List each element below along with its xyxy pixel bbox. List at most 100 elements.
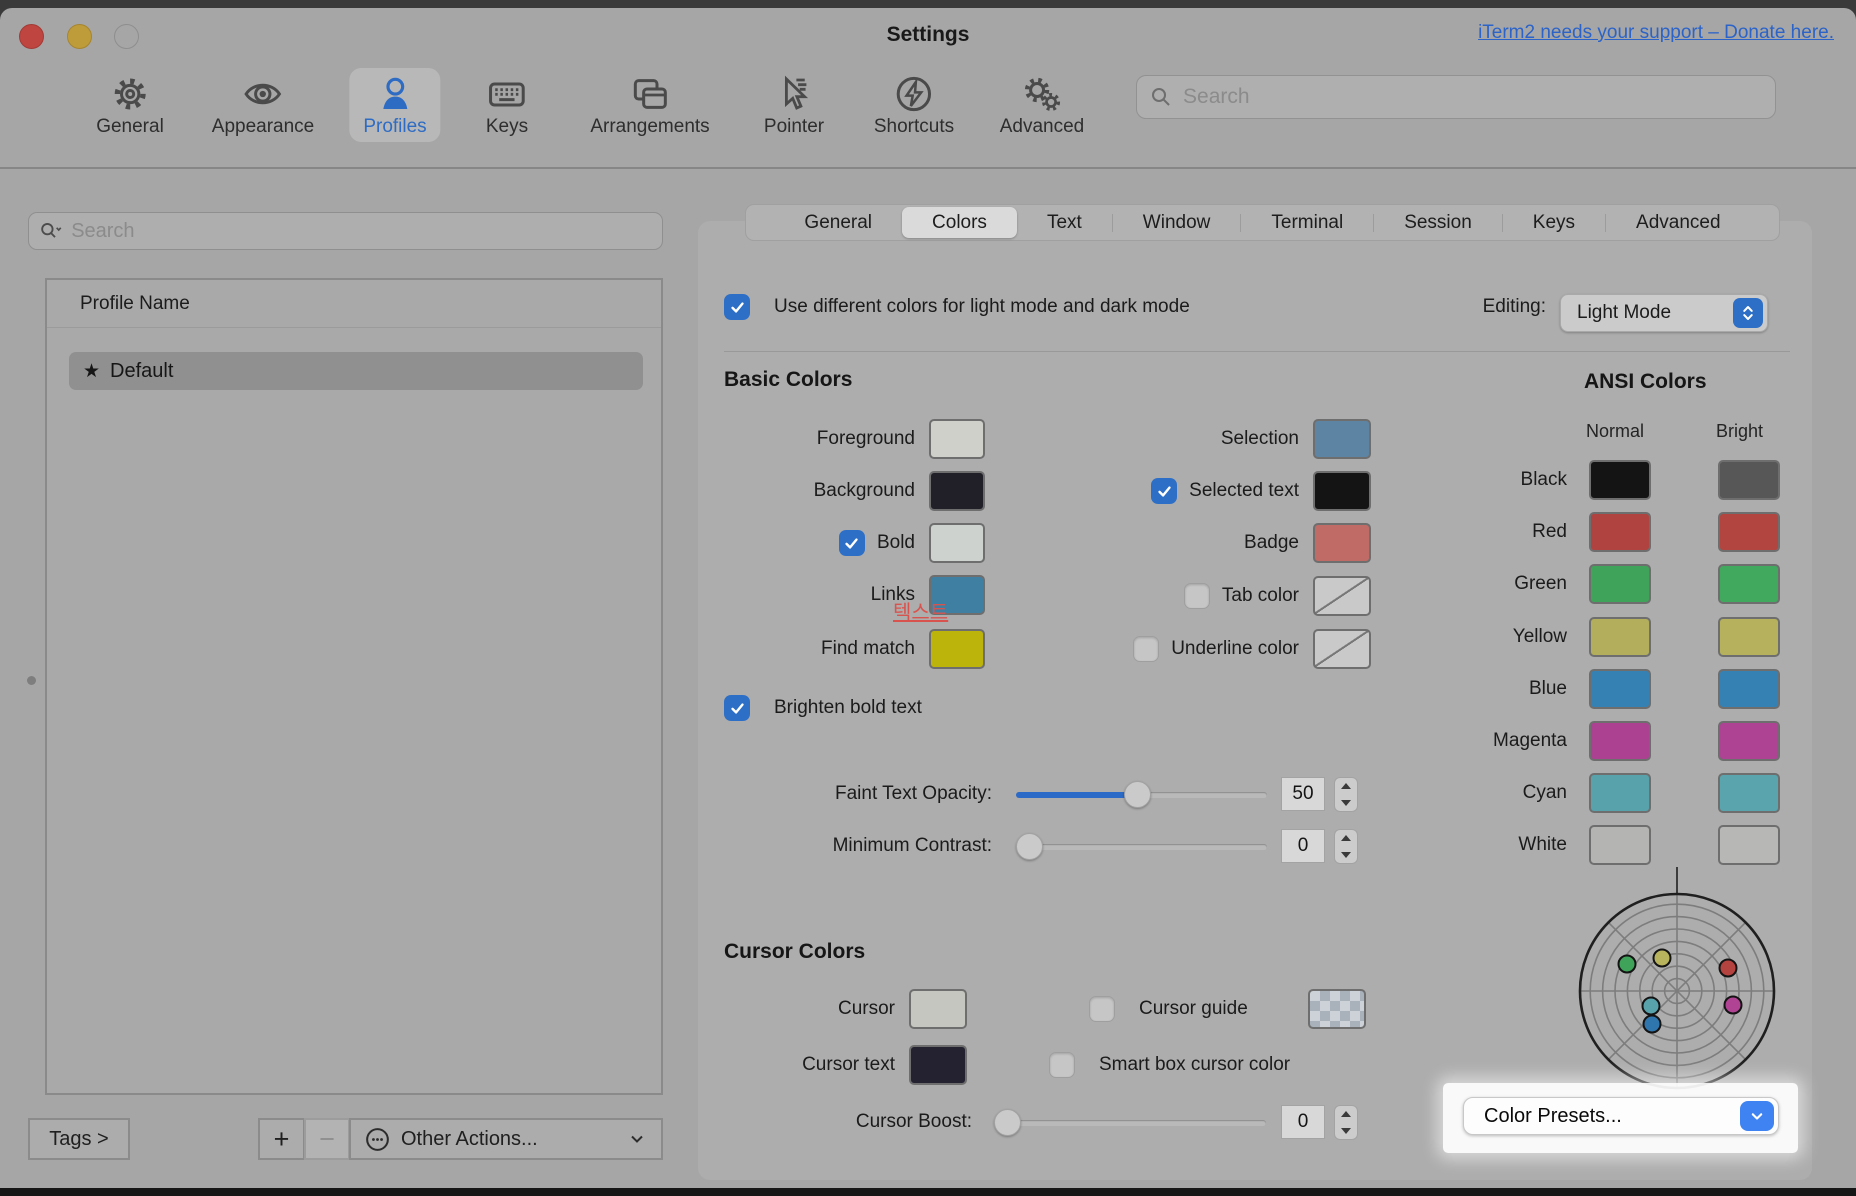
- cursor-boost-knob[interactable]: [994, 1109, 1021, 1136]
- toolbar-item-appearance[interactable]: Appearance: [198, 68, 328, 142]
- smart-box-cursor-checkbox[interactable]: [1049, 1052, 1075, 1078]
- toolbar-item-label: Pointer: [764, 116, 824, 138]
- ansi-red-normal-swatch[interactable]: [1589, 512, 1651, 552]
- toolbar-item-general[interactable]: General: [82, 68, 178, 142]
- ansi-white-normal-swatch[interactable]: [1589, 825, 1651, 865]
- ansi-label: Blue: [1400, 678, 1567, 700]
- bold-checkbox[interactable]: [839, 530, 865, 556]
- ansi-magenta-normal-swatch[interactable]: [1589, 721, 1651, 761]
- ansi-white-bright-swatch[interactable]: [1718, 825, 1780, 865]
- tab-color-checkbox[interactable]: [1184, 583, 1210, 609]
- tab-colors[interactable]: Colors: [902, 207, 1017, 238]
- chevron-down-icon: [627, 1129, 647, 1149]
- min-contrast-slider[interactable]: [1016, 844, 1267, 850]
- selection-label: Selection: [1221, 428, 1299, 450]
- screen: Settings iTerm2 needs your support – Don…: [0, 0, 1856, 1196]
- ansi-green-bright-swatch[interactable]: [1718, 564, 1780, 604]
- background-swatch[interactable]: [929, 471, 985, 511]
- ansi-cyan-bright-swatch[interactable]: [1718, 773, 1780, 813]
- profile-row-default[interactable]: ★ Default: [69, 352, 643, 390]
- step-down[interactable]: [1335, 847, 1357, 864]
- selected-text-checkbox[interactable]: [1151, 478, 1177, 504]
- add-profile-button[interactable]: +: [258, 1118, 305, 1160]
- step-up[interactable]: [1335, 778, 1357, 795]
- ansi-black-normal-swatch[interactable]: [1589, 460, 1651, 500]
- use-different-colors-checkbox[interactable]: [724, 294, 750, 320]
- tab-window[interactable]: Window: [1113, 205, 1241, 240]
- donate-link[interactable]: iTerm2 needs your support – Donate here.: [1478, 22, 1834, 44]
- step-up[interactable]: [1335, 1106, 1357, 1123]
- tab-text[interactable]: Text: [1017, 205, 1112, 240]
- min-contrast-stepper[interactable]: [1334, 829, 1358, 864]
- toolbar-search: [1136, 75, 1776, 119]
- cursor-guide-swatch[interactable]: [1308, 989, 1366, 1029]
- cursor-text-swatch[interactable]: [909, 1045, 967, 1085]
- editing-mode-dropdown[interactable]: Light Mode: [1560, 294, 1768, 332]
- step-down[interactable]: [1335, 1123, 1357, 1140]
- ansi-blue-normal-swatch[interactable]: [1589, 669, 1651, 709]
- badge-swatch[interactable]: [1313, 523, 1371, 563]
- ansi-red-bright-swatch[interactable]: [1718, 512, 1780, 552]
- underline-color-swatch[interactable]: [1313, 629, 1371, 669]
- wheel-dot-yellow: [1654, 950, 1671, 967]
- tab-color-swatch[interactable]: [1313, 576, 1371, 616]
- checkmark-icon: [729, 700, 746, 717]
- ansi-black-bright-swatch[interactable]: [1718, 460, 1780, 500]
- profile-name: Default: [110, 360, 173, 383]
- ansi-label: Magenta: [1400, 730, 1567, 752]
- other-actions-dropdown[interactable]: Other Actions...: [349, 1118, 663, 1160]
- selection-swatch[interactable]: [1313, 419, 1371, 459]
- selected-text-swatch[interactable]: [1313, 471, 1371, 511]
- ansi-magenta-bright-swatch[interactable]: [1718, 721, 1780, 761]
- cursor-boost-value[interactable]: 0: [1281, 1105, 1325, 1139]
- tab-keys[interactable]: Keys: [1503, 205, 1605, 240]
- cursor-guide-checkbox[interactable]: [1089, 996, 1115, 1022]
- smart-box-row: Smart box cursor color: [1049, 1045, 1290, 1085]
- foreground-swatch[interactable]: [929, 419, 985, 459]
- toolbar-item-shortcuts[interactable]: Shortcuts: [860, 68, 968, 142]
- toolbar-item-arrangements[interactable]: Arrangements: [576, 68, 723, 142]
- faint-opacity-stepper[interactable]: [1334, 777, 1358, 812]
- cursor-swatch[interactable]: [909, 989, 967, 1029]
- cursor-boost-slider[interactable]: [994, 1120, 1266, 1126]
- faint-opacity-knob[interactable]: [1124, 781, 1151, 808]
- ansi-green-normal-swatch[interactable]: [1589, 564, 1651, 604]
- tab-terminal[interactable]: Terminal: [1241, 205, 1373, 240]
- toolbar-item-advanced[interactable]: Advanced: [986, 68, 1099, 142]
- min-contrast-knob[interactable]: [1016, 833, 1043, 860]
- find-match-swatch[interactable]: [929, 629, 985, 669]
- step-up[interactable]: [1335, 830, 1357, 847]
- remove-profile-button[interactable]: −: [304, 1118, 350, 1160]
- toolbar-item-keys[interactable]: Keys: [472, 68, 542, 142]
- toolbar-search-input[interactable]: [1181, 84, 1775, 110]
- ansi-cyan-normal-swatch[interactable]: [1589, 773, 1651, 813]
- wheel-dot-blue: [1644, 1016, 1661, 1033]
- toolbar-item-profiles[interactable]: Profiles: [349, 68, 440, 142]
- cursor-boost-stepper[interactable]: [1334, 1105, 1358, 1140]
- bold-swatch[interactable]: [929, 523, 985, 563]
- tab-advanced[interactable]: Advanced: [1606, 205, 1751, 240]
- step-down[interactable]: [1335, 795, 1357, 812]
- profile-list: Profile Name ★ Default: [45, 278, 663, 1095]
- color-wheel: [1561, 865, 1793, 1107]
- faint-opacity-value[interactable]: 50: [1281, 777, 1325, 811]
- windows-icon: [629, 74, 671, 114]
- ansi-blue-bright-swatch[interactable]: [1718, 669, 1780, 709]
- tab-session[interactable]: Session: [1374, 205, 1502, 240]
- toolbar-item-pointer[interactable]: Pointer: [750, 68, 838, 142]
- find-match-label: Find match: [821, 638, 915, 660]
- tab-general[interactable]: General: [774, 205, 902, 240]
- profile-search-input[interactable]: [69, 219, 662, 244]
- underline-color-checkbox[interactable]: [1133, 636, 1159, 662]
- editing-mode-value: Light Mode: [1561, 302, 1671, 324]
- ansi-yellow-normal-swatch[interactable]: [1589, 617, 1651, 657]
- profile-search: [28, 212, 663, 250]
- ansi-label: Red: [1400, 521, 1567, 543]
- color-row: Selection: [1000, 419, 1371, 459]
- color-presets-dropdown[interactable]: Color Presets...: [1463, 1097, 1779, 1135]
- tags-button[interactable]: Tags >: [28, 1118, 130, 1160]
- ansi-yellow-bright-swatch[interactable]: [1718, 617, 1780, 657]
- brighten-bold-checkbox[interactable]: [724, 695, 750, 721]
- ansi-label: Yellow: [1400, 626, 1567, 648]
- min-contrast-value[interactable]: 0: [1281, 829, 1325, 863]
